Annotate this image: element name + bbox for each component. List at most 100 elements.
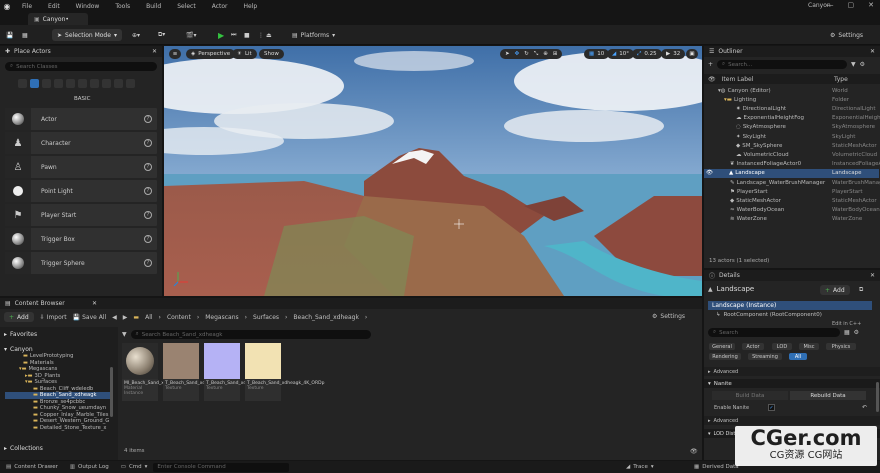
path-beach-sand[interactable]: Beach_Sand_xdheagk: [293, 314, 359, 321]
actor-item-actor[interactable]: Actor ?: [5, 108, 157, 130]
rebuild-data-button[interactable]: Rebuild Data: [790, 391, 866, 400]
viewport-layout-button[interactable]: ▣: [686, 49, 698, 59]
coordinate-space-icon[interactable]: ⊕: [543, 51, 548, 57]
content-settings-button[interactable]: ⚙ Settings: [652, 313, 685, 320]
instance-row[interactable]: Landscape (Instance): [708, 301, 872, 310]
col-item-label[interactable]: Item Label: [722, 76, 754, 83]
edit-in-cpp-link[interactable]: Edit in C++: [832, 321, 861, 327]
close-icon[interactable]: ✕: [92, 300, 97, 307]
tree-item[interactable]: ▬ Detailed_Stone_Texture_x: [5, 425, 113, 432]
maximize-icon[interactable]: ▢: [848, 1, 855, 9]
cinematics-icon[interactable]: 🎬▾: [186, 29, 196, 41]
folder-icon[interactable]: ▬: [133, 314, 139, 321]
table-row[interactable]: ▾▬ Lighting Folder: [704, 95, 879, 104]
unreal-logo-icon[interactable]: ◉: [0, 0, 14, 12]
chip-streaming[interactable]: Streaming: [748, 353, 782, 360]
select-icon[interactable]: ➤: [505, 51, 510, 57]
content-icon[interactable]: ▦: [22, 29, 28, 41]
more-categories-icon[interactable]: [126, 79, 135, 88]
perspective-button[interactable]: ◈ Perspective: [186, 49, 236, 59]
details-search-input[interactable]: ⌕ Search: [708, 328, 840, 337]
add-filter-icon[interactable]: +: [708, 61, 713, 68]
reset-icon[interactable]: ↶: [862, 404, 867, 411]
eye-icon[interactable]: 👁: [706, 170, 713, 176]
close-icon[interactable]: ✕: [152, 48, 157, 55]
table-row[interactable]: ◆ SM_SkySphere StaticMeshActor: [704, 141, 879, 150]
shapes-icon[interactable]: [54, 79, 63, 88]
outliner-search-input[interactable]: ⌕ Search...: [717, 60, 848, 69]
add-button[interactable]: + Add: [4, 312, 34, 322]
actor-item-trigger-box[interactable]: Trigger Box ?: [5, 228, 157, 250]
chip-general[interactable]: General: [709, 343, 735, 350]
cmd-button[interactable]: ▭ Cmd ▾: [115, 464, 154, 470]
help-icon[interactable]: ?: [144, 235, 152, 243]
asset-tile[interactable]: T_Beach_Sand_xdheagk_4K_ORDp Texture: [245, 343, 324, 401]
output-log-button[interactable]: ▥ Output Log: [64, 464, 115, 470]
grid-snap-button[interactable]: ▦ 10: [584, 49, 610, 59]
nanite-section[interactable]: ▾ Nanite: [704, 379, 880, 388]
more-icon[interactable]: ⋮: [258, 29, 264, 41]
path-megascans[interactable]: Megascans: [205, 314, 238, 321]
actor-item-character[interactable]: ♟ Character ?: [5, 132, 157, 154]
menu-tools[interactable]: Tools: [107, 3, 138, 10]
table-row[interactable]: ≋ WaterZone WaterZone: [704, 215, 879, 224]
rotate-icon[interactable]: ↻: [524, 51, 529, 57]
add-component-button[interactable]: + Add: [820, 285, 850, 295]
help-icon[interactable]: ?: [144, 187, 152, 195]
asset-tile[interactable]: T_Beach_Sand_xdheagk_4K_N Texture: [204, 343, 274, 401]
help-icon[interactable]: ?: [144, 259, 152, 267]
volumes-icon[interactable]: [102, 79, 111, 88]
menu-window[interactable]: Window: [68, 3, 108, 10]
help-icon[interactable]: ?: [144, 115, 152, 123]
table-row[interactable]: ≈ WaterBodyOcean WaterBodyOcean: [704, 206, 880, 215]
view-options-icon[interactable]: 👁: [690, 448, 698, 455]
minimize-icon[interactable]: —: [827, 1, 834, 9]
console-input[interactable]: Enter Console Command: [153, 462, 290, 472]
table-row[interactable]: ✎ Landscape_WaterBrushManager WaterBrushMa…: [704, 178, 880, 187]
import-button[interactable]: ⇩ Import: [40, 314, 67, 321]
menu-edit[interactable]: Edit: [40, 3, 68, 10]
table-row[interactable]: ✦ SkyLight SkyLight: [704, 132, 879, 141]
enable-nanite-checkbox[interactable]: ✓: [768, 404, 775, 411]
save-icon[interactable]: 💾: [6, 29, 13, 41]
asset-search-input[interactable]: ⌕ Search Beach_Sand_xdheagk: [130, 330, 371, 339]
build-data-button[interactable]: Build Data: [712, 391, 788, 400]
table-row[interactable]: ▾◍ Canyon (Editor) World: [704, 86, 879, 95]
content-drawer-button[interactable]: ▤ Content Drawer: [0, 464, 64, 470]
col-type[interactable]: Type: [834, 76, 848, 83]
details-scrollbar[interactable]: [876, 382, 879, 412]
step-icon[interactable]: ⏭: [231, 29, 236, 41]
help-icon[interactable]: ?: [144, 163, 152, 171]
tree-scrollbar[interactable]: [110, 367, 113, 417]
table-row[interactable]: ◆ StaticMeshActor StaticMeshActor: [704, 196, 879, 205]
table-row[interactable]: ❦InstancedFoliageActor0 InstancedFoliageA…: [704, 160, 880, 169]
settings-icon[interactable]: ⚙: [854, 329, 859, 336]
platforms-button[interactable]: ▤ Platforms ▾: [292, 29, 335, 41]
table-row[interactable]: ⚑ PlayerStart PlayerStart: [704, 187, 879, 196]
close-icon[interactable]: ✕: [868, 1, 874, 9]
advanced-section[interactable]: ▸ Advanced: [704, 367, 880, 376]
actor-item-pawn[interactable]: ♙ Pawn ?: [5, 156, 157, 178]
settings-button[interactable]: ⚙ Settings: [830, 29, 863, 41]
blueprint-icon[interactable]: ⧉▾: [158, 29, 165, 41]
search-classes-input[interactable]: ⌕ Search Classes: [5, 62, 157, 71]
blueprint-icon[interactable]: ⧉: [859, 286, 863, 294]
actor-name[interactable]: Landscape: [717, 285, 755, 293]
advanced-section-2[interactable]: ▸ Advanced: [704, 416, 880, 425]
close-icon[interactable]: ✕: [870, 48, 875, 55]
scale-snap-button[interactable]: ⤢ 0.25: [632, 49, 662, 59]
all-classes-icon[interactable]: [114, 79, 123, 88]
asset-tile[interactable]: T_Beach_Sand_xdheagk_4K_D Texture: [163, 343, 233, 401]
collections-section[interactable]: ▸ Collections: [4, 445, 43, 452]
camera-speed-button[interactable]: ▶ 32: [661, 49, 686, 59]
table-row[interactable]: ☁ VolumetricCloud VolumetricCloud: [704, 150, 879, 159]
tab-project[interactable]: ▣ Canyon•: [28, 13, 88, 25]
actor-item-player-start[interactable]: ⚑ Player Start ?: [5, 204, 157, 226]
root-component-row[interactable]: ↳ RootComponent (RootComponent0): [716, 312, 822, 318]
show-button[interactable]: Show: [259, 49, 284, 59]
help-icon[interactable]: ?: [144, 139, 152, 147]
table-row[interactable]: ☁ExponentialHeightFogExponentialHeightFo…: [704, 114, 880, 123]
scale-icon[interactable]: ⤡: [534, 51, 538, 58]
play-icon[interactable]: ▶: [218, 29, 224, 41]
rotation-snap-button[interactable]: ◢ 10°: [607, 49, 634, 59]
